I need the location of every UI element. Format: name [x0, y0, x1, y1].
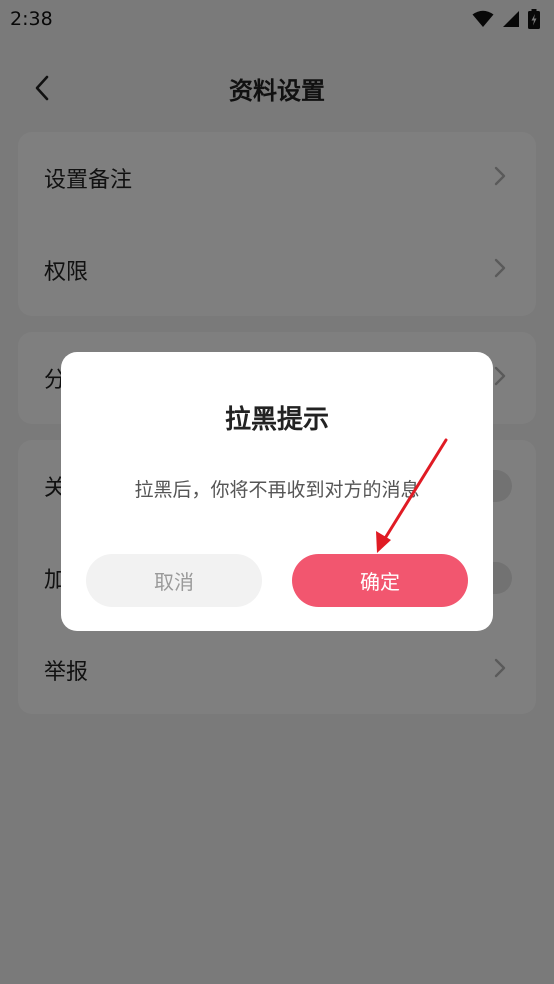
dialog-title: 拉黑提示 [224, 405, 329, 435]
cancel-button[interactable]: 取消 [86, 554, 262, 607]
confirm-button[interactable]: 确定 [292, 554, 468, 607]
block-confirm-dialog: 拉黑提示 拉黑后，你将不再收到对方的消息 取消 确定 [61, 352, 493, 631]
dialog-message: 拉黑后，你将不再收到对方的消息 [134, 479, 420, 501]
